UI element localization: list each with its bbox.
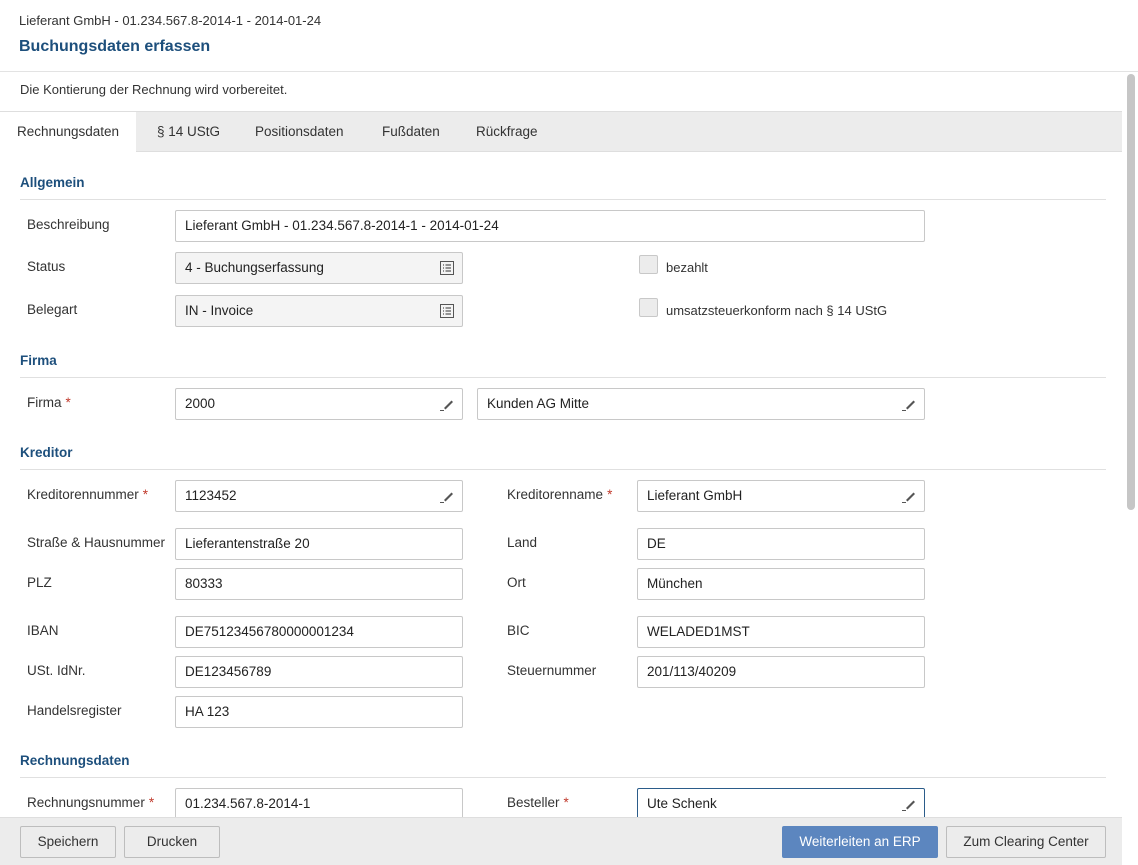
list-select-icon[interactable] xyxy=(439,260,455,276)
kreditorenname-label: Kreditorenname * xyxy=(507,487,613,502)
iban-value: DE75123456780000001234 xyxy=(185,624,354,639)
besteller-label: Besteller * xyxy=(507,795,569,810)
pencil-edit-icon[interactable] xyxy=(439,396,455,412)
tab-rechnungsdaten[interactable]: Rechnungsdaten xyxy=(0,112,136,153)
kreditorennummer-field[interactable]: 1123452 xyxy=(175,480,463,512)
firma-label: Firma * xyxy=(27,395,71,410)
tab-rueckfrage[interactable]: Rückfrage xyxy=(476,112,538,152)
section-divider xyxy=(20,199,1106,200)
save-button[interactable]: Speichern xyxy=(20,826,116,858)
section-title-rechnungsdaten: Rechnungsdaten xyxy=(20,753,130,768)
status-select[interactable]: 4 - Buchungserfassung xyxy=(175,252,463,284)
land-field[interactable]: DE xyxy=(637,528,925,560)
ustg-label: umsatzsteuerkonform nach § 14 UStG xyxy=(666,303,888,318)
beschreibung-field[interactable]: Lieferant GmbH - 01.234.567.8-2014-1 - 2… xyxy=(175,210,925,242)
bic-field[interactable]: WELADED1MST xyxy=(637,616,925,648)
handelsregister-field[interactable]: HA 123 xyxy=(175,696,463,728)
firma-name-field[interactable]: Kunden AG Mitte xyxy=(477,388,925,420)
land-label: Land xyxy=(507,535,538,550)
belegart-label: Belegart xyxy=(27,302,78,317)
strasse-field[interactable]: Lieferantenstraße 20 xyxy=(175,528,463,560)
firma-name-value: Kunden AG Mitte xyxy=(487,396,590,411)
steuernummer-value: 201/113/40209 xyxy=(647,664,737,679)
belegart-value: IN - Invoice xyxy=(185,303,254,318)
info-message: Die Kontierung der Rechnung wird vorbere… xyxy=(20,82,288,97)
tab-bar: Rechnungsdaten § 14 UStG Positionsdaten … xyxy=(0,111,1122,153)
status-label: Status xyxy=(27,259,66,274)
section-divider xyxy=(20,469,1106,470)
section-divider xyxy=(20,777,1106,778)
kreditorenname-value: Lieferant GmbH xyxy=(647,488,743,503)
iban-label: IBAN xyxy=(27,623,59,638)
section-title-allgemein: Allgemein xyxy=(20,175,85,190)
bezahlt-label: bezahlt xyxy=(666,260,708,275)
plz-label: PLZ xyxy=(27,575,52,590)
ort-label: Ort xyxy=(507,575,526,590)
pencil-edit-icon[interactable] xyxy=(439,488,455,504)
strasse-label: Straße & Hausnummer xyxy=(27,535,166,550)
pencil-edit-icon[interactable] xyxy=(901,488,917,504)
tab-fussdaten[interactable]: Fußdaten xyxy=(382,112,440,152)
besteller-field[interactable]: Ute Schenk xyxy=(637,788,925,820)
action-bar: Speichern Drucken Weiterleiten an ERP Zu… xyxy=(0,817,1122,865)
section-title-firma: Firma xyxy=(20,353,57,368)
handelsregister-label: Handelsregister xyxy=(27,703,122,718)
forward-to-erp-button[interactable]: Weiterleiten an ERP xyxy=(782,826,938,858)
kreditorennummer-value: 1123452 xyxy=(185,488,237,503)
page-header: Lieferant GmbH - 01.234.567.8-2014-1 - 2… xyxy=(0,0,1138,72)
pencil-edit-icon[interactable] xyxy=(901,396,917,412)
belegart-select[interactable]: IN - Invoice xyxy=(175,295,463,327)
steuernummer-field[interactable]: 201/113/40209 xyxy=(637,656,925,688)
strasse-value: Lieferantenstraße 20 xyxy=(185,536,310,551)
besteller-value: Ute Schenk xyxy=(647,796,717,811)
beschreibung-label: Beschreibung xyxy=(27,217,110,232)
ustid-field[interactable]: DE123456789 xyxy=(175,656,463,688)
tab-positionsdaten[interactable]: Positionsdaten xyxy=(255,112,344,152)
iban-field[interactable]: DE75123456780000001234 xyxy=(175,616,463,648)
vertical-scrollbar[interactable] xyxy=(1127,74,1135,510)
list-select-icon[interactable] xyxy=(439,303,455,319)
plz-value: 80333 xyxy=(185,576,223,591)
status-value: 4 - Buchungserfassung xyxy=(185,260,324,275)
pencil-edit-icon[interactable] xyxy=(901,796,917,812)
ustg-checkbox[interactable] xyxy=(639,298,658,317)
kreditorennummer-label: Kreditorennummer * xyxy=(27,487,149,502)
steuernummer-label: Steuernummer xyxy=(507,663,597,678)
breadcrumb: Lieferant GmbH - 01.234.567.8-2014-1 - 2… xyxy=(19,13,322,28)
rechnungsnummer-field[interactable]: 01.234.567.8-2014-1 xyxy=(175,788,463,820)
page-title: Buchungsdaten erfassen xyxy=(19,38,211,55)
section-divider xyxy=(20,377,1106,378)
beschreibung-value: Lieferant GmbH - 01.234.567.8-2014-1 - 2… xyxy=(185,218,499,233)
print-button[interactable]: Drucken xyxy=(124,826,220,858)
ort-field[interactable]: München xyxy=(637,568,925,600)
land-value: DE xyxy=(647,536,666,551)
ort-value: München xyxy=(647,576,703,591)
kreditorenname-field[interactable]: Lieferant GmbH xyxy=(637,480,925,512)
bic-label: BIC xyxy=(507,623,530,638)
firma-code-field[interactable]: 2000 xyxy=(175,388,463,420)
bezahlt-checkbox[interactable] xyxy=(639,255,658,274)
bic-value: WELADED1MST xyxy=(647,624,750,639)
rechnungsnummer-value: 01.234.567.8-2014-1 xyxy=(185,796,311,811)
ustid-value: DE123456789 xyxy=(185,664,272,679)
firma-code-value: 2000 xyxy=(185,396,216,411)
tab-14-ustg[interactable]: § 14 UStG xyxy=(157,112,220,152)
section-title-kreditor: Kreditor xyxy=(20,445,73,460)
plz-field[interactable]: 80333 xyxy=(175,568,463,600)
clearing-center-button[interactable]: Zum Clearing Center xyxy=(946,826,1106,858)
ustid-label: USt. IdNr. xyxy=(27,663,86,678)
handelsregister-value: HA 123 xyxy=(185,704,230,719)
rechnungsnummer-label: Rechnungsnummer * xyxy=(27,795,155,810)
